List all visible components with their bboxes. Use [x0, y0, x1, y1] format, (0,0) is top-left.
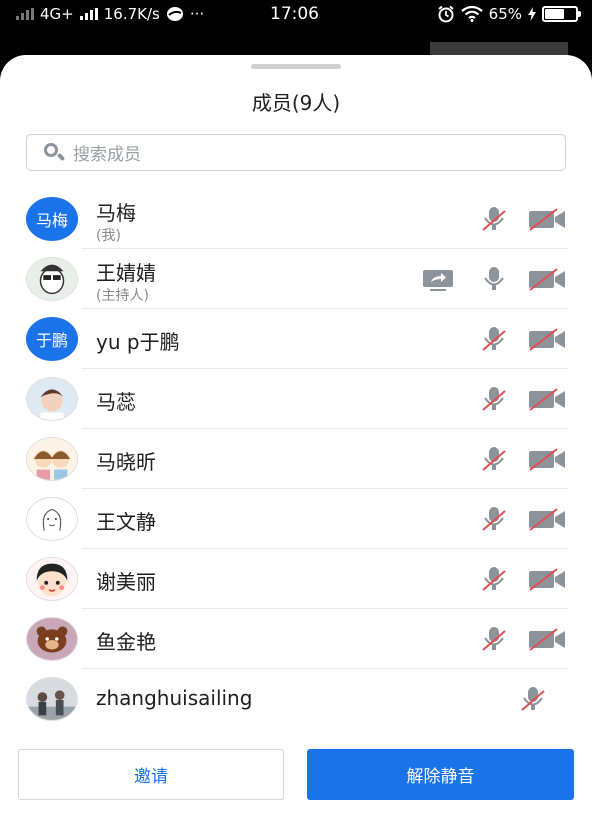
battery-percent: 65% [488, 5, 522, 23]
battery-icon [542, 6, 581, 22]
avatar: 于鹏 [26, 317, 78, 361]
member-list: 马梅 马梅 (我) 王婧婧 (主持人) 于鹏 yu p于鹏 马蕊 马晓昕 王文静… [0, 189, 592, 729]
member-row[interactable]: 马梅 马梅 (我) [0, 189, 592, 249]
camera-off-icon[interactable] [528, 265, 566, 293]
status-bar: 4G+ 16.7K/s ··· 17:06 65% [0, 0, 592, 30]
mic-muted-icon[interactable] [475, 625, 513, 653]
camera-off-icon[interactable] [528, 445, 566, 473]
member-name: 马梅 [96, 201, 136, 225]
member-name: 王婧婧 [96, 261, 156, 285]
search-placeholder: 搜索成员 [73, 145, 141, 165]
wifi-icon [460, 6, 483, 22]
mic-muted-icon[interactable] [475, 385, 513, 413]
member-row[interactable]: zhanghuisailing [0, 669, 592, 729]
member-name: 谢美丽 [96, 570, 156, 594]
member-role: (我) [96, 228, 121, 244]
sheet-drag-handle[interactable] [251, 64, 341, 69]
member-name: 王文静 [96, 510, 156, 534]
avatar [26, 617, 78, 661]
member-name: 马蕊 [96, 390, 136, 414]
member-row[interactable]: 马蕊 [0, 369, 592, 429]
member-row[interactable]: 王文静 [0, 489, 592, 549]
mic-muted-icon[interactable] [514, 685, 552, 713]
search-input[interactable]: 搜索成员 [26, 134, 566, 171]
search-icon [43, 142, 66, 164]
mic-muted-icon[interactable] [475, 325, 513, 353]
mic-muted-icon[interactable] [475, 205, 513, 233]
avatar [26, 677, 78, 721]
member-name: 鱼金艳 [96, 630, 156, 654]
mic-muted-icon[interactable] [475, 445, 513, 473]
member-row[interactable]: 马晓昕 [0, 429, 592, 489]
member-name: yu p于鹏 [96, 330, 180, 354]
mic-muted-icon[interactable] [475, 565, 513, 593]
avatar [26, 557, 78, 601]
clock: 17:06 [270, 4, 319, 24]
network-speed: 16.7K/s [103, 5, 160, 23]
signal-strength-icon [79, 8, 98, 20]
screen-share-icon[interactable] [420, 265, 458, 293]
avatar [26, 257, 78, 301]
camera-off-icon[interactable] [528, 505, 566, 533]
camera-off-icon[interactable] [528, 325, 566, 353]
mic-icon[interactable] [475, 265, 513, 293]
member-row[interactable]: 鱼金艳 [0, 609, 592, 669]
avatar: 马梅 [26, 197, 78, 241]
member-row[interactable]: 谢美丽 [0, 549, 592, 609]
app-notification-icon [166, 7, 183, 21]
avatar [26, 377, 78, 421]
members-sheet: 成员(9人) 搜索成员 马梅 马梅 (我) 王婧婧 (主持人) 于鹏 yu p于… [0, 55, 592, 839]
charging-icon [528, 7, 536, 21]
member-row[interactable]: 于鹏 yu p于鹏 [0, 309, 592, 369]
avatar [26, 497, 78, 541]
avatar [26, 437, 78, 481]
member-name: zhanghuisailing [96, 686, 253, 710]
camera-off-icon[interactable] [528, 385, 566, 413]
camera-off-icon[interactable] [528, 565, 566, 593]
network-type: 4G+ [40, 5, 74, 23]
member-name: 马晓昕 [96, 450, 156, 474]
more-notifications-indicator: ··· [189, 5, 205, 23]
member-row[interactable]: 王婧婧 (主持人) [0, 249, 592, 309]
camera-off-icon[interactable] [528, 625, 566, 653]
member-role: (主持人) [96, 288, 149, 304]
signal-strength-icon [16, 8, 34, 20]
unmute-button[interactable]: 解除静音 [307, 749, 574, 800]
camera-off-icon[interactable] [528, 205, 566, 233]
mic-muted-icon[interactable] [475, 505, 513, 533]
sheet-title: 成员(9人) [251, 91, 341, 115]
alarm-icon [438, 5, 454, 23]
invite-button[interactable]: 邀请 [18, 749, 284, 800]
